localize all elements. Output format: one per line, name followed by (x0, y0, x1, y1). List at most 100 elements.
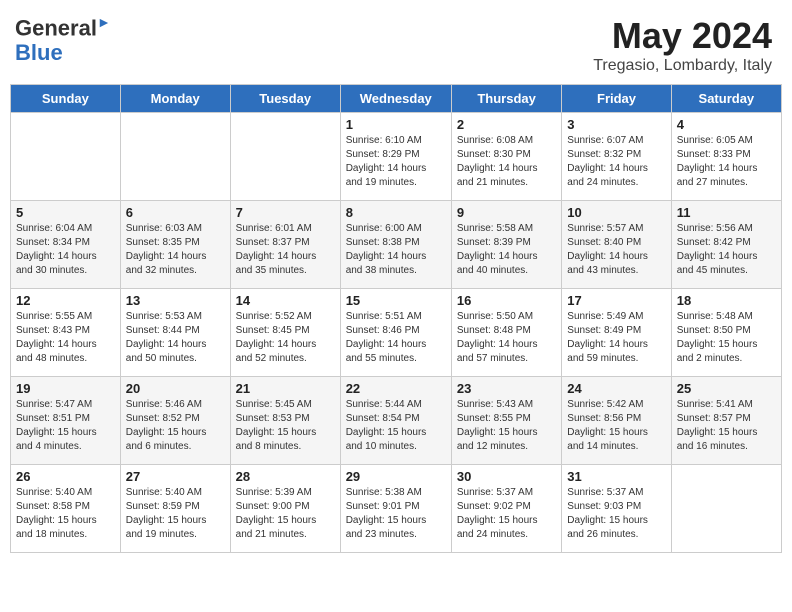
day-info: Sunrise: 5:48 AM Sunset: 8:50 PM Dayligh… (677, 310, 776, 366)
day-info: Sunrise: 6:04 AM Sunset: 8:34 PM Dayligh… (16, 222, 115, 278)
calendar-week-row: 26Sunrise: 5:40 AM Sunset: 8:58 PM Dayli… (11, 465, 782, 553)
calendar-cell: 15 Sunrise: 5:51 AM Sunset: 8:46 PM Dayli… (340, 289, 451, 377)
day-info: Sunrise: 5:38 AM Sunset: 9:01 PM Dayligh… (346, 486, 446, 542)
calendar-cell: 23 Sunrise: 5:43 AM Sunset: 8:55 PM Dayli… (451, 377, 561, 465)
day-number: 25 (677, 381, 776, 396)
calendar-cell: 13 Sunrise: 5:53 AM Sunset: 8:44 PM Dayli… (120, 289, 230, 377)
day-number: 7 (236, 205, 335, 220)
calendar-table: SundayMondayTuesdayWednesdayThursdayFrid… (10, 84, 782, 553)
calendar-header-row: SundayMondayTuesdayWednesdayThursdayFrid… (11, 85, 782, 113)
day-number: 31 (567, 469, 665, 484)
day-info: Sunrise: 5:37 AM Sunset: 9:03 PM Dayligh… (567, 486, 665, 542)
logo: General► Blue (15, 15, 111, 65)
day-number: 27 (126, 469, 225, 484)
day-info: Sunrise: 5:40 AM Sunset: 8:59 PM Dayligh… (126, 486, 225, 542)
day-info: Sunrise: 5:43 AM Sunset: 8:55 PM Dayligh… (457, 398, 556, 454)
day-number: 17 (567, 293, 665, 308)
day-number: 5 (16, 205, 115, 220)
day-info: Sunrise: 6:05 AM Sunset: 8:33 PM Dayligh… (677, 134, 776, 190)
calendar-cell: 30 Sunrise: 5:37 AM Sunset: 9:02 PM Dayli… (451, 465, 561, 553)
day-info: Sunrise: 6:03 AM Sunset: 8:35 PM Dayligh… (126, 222, 225, 278)
day-info: Sunrise: 6:01 AM Sunset: 8:37 PM Dayligh… (236, 222, 335, 278)
day-info: Sunrise: 6:08 AM Sunset: 8:30 PM Dayligh… (457, 134, 556, 190)
day-info: Sunrise: 5:42 AM Sunset: 8:56 PM Dayligh… (567, 398, 665, 454)
calendar-cell: 17 Sunrise: 5:49 AM Sunset: 8:49 PM Dayli… (562, 289, 671, 377)
day-number: 9 (457, 205, 556, 220)
weekday-header: Monday (120, 85, 230, 113)
calendar-cell: 9 Sunrise: 5:58 AM Sunset: 8:39 PM Daylig… (451, 201, 561, 289)
day-info: Sunrise: 5:49 AM Sunset: 8:49 PM Dayligh… (567, 310, 665, 366)
calendar-cell: 20Sunrise: 5:46 AM Sunset: 8:52 PM Dayli… (120, 377, 230, 465)
calendar-cell: 27 Sunrise: 5:40 AM Sunset: 8:59 PM Dayli… (120, 465, 230, 553)
day-number: 12 (16, 293, 115, 308)
calendar-cell: 25 Sunrise: 5:41 AM Sunset: 8:57 PM Dayli… (671, 377, 781, 465)
calendar-cell: 29 Sunrise: 5:38 AM Sunset: 9:01 PM Dayli… (340, 465, 451, 553)
day-info: Sunrise: 5:45 AM Sunset: 8:53 PM Dayligh… (236, 398, 335, 454)
day-number: 26 (16, 469, 115, 484)
weekday-header: Friday (562, 85, 671, 113)
day-number: 18 (677, 293, 776, 308)
day-number: 28 (236, 469, 335, 484)
calendar-cell: 16Sunrise: 5:50 AM Sunset: 8:48 PM Dayli… (451, 289, 561, 377)
day-number: 20 (126, 381, 225, 396)
calendar-cell (120, 113, 230, 201)
title-section: May 2024 Tregasio, Lombardy, Italy (593, 15, 772, 75)
day-number: 16 (457, 293, 556, 308)
day-number: 6 (126, 205, 225, 220)
day-number: 11 (677, 205, 776, 220)
day-info: Sunrise: 5:37 AM Sunset: 9:02 PM Dayligh… (457, 486, 556, 542)
calendar-week-row: 5 Sunrise: 6:04 AM Sunset: 8:34 PM Daylig… (11, 201, 782, 289)
calendar-subtitle: Tregasio, Lombardy, Italy (593, 57, 772, 75)
day-info: Sunrise: 6:07 AM Sunset: 8:32 PM Dayligh… (567, 134, 665, 190)
weekday-header: Saturday (671, 85, 781, 113)
day-number: 13 (126, 293, 225, 308)
calendar-cell: 14Sunrise: 5:52 AM Sunset: 8:45 PM Dayli… (230, 289, 340, 377)
calendar-cell: 4Sunrise: 6:05 AM Sunset: 8:33 PM Daylig… (671, 113, 781, 201)
day-info: Sunrise: 5:53 AM Sunset: 8:44 PM Dayligh… (126, 310, 225, 366)
calendar-cell (671, 465, 781, 553)
day-info: Sunrise: 5:44 AM Sunset: 8:54 PM Dayligh… (346, 398, 446, 454)
day-info: Sunrise: 5:55 AM Sunset: 8:43 PM Dayligh… (16, 310, 115, 366)
day-info: Sunrise: 5:57 AM Sunset: 8:40 PM Dayligh… (567, 222, 665, 278)
calendar-cell (11, 113, 121, 201)
day-number: 15 (346, 293, 446, 308)
day-number: 19 (16, 381, 115, 396)
calendar-cell: 8 Sunrise: 6:00 AM Sunset: 8:38 PM Daylig… (340, 201, 451, 289)
calendar-cell: 6 Sunrise: 6:03 AM Sunset: 8:35 PM Daylig… (120, 201, 230, 289)
calendar-week-row: 12 Sunrise: 5:55 AM Sunset: 8:43 PM Dayli… (11, 289, 782, 377)
weekday-header: Thursday (451, 85, 561, 113)
calendar-cell: 24Sunrise: 5:42 AM Sunset: 8:56 PM Dayli… (562, 377, 671, 465)
day-number: 23 (457, 381, 556, 396)
calendar-cell: 21 Sunrise: 5:45 AM Sunset: 8:53 PM Dayli… (230, 377, 340, 465)
weekday-header: Tuesday (230, 85, 340, 113)
page-header: General► Blue May 2024 Tregasio, Lombard… (10, 10, 782, 80)
calendar-cell: 11 Sunrise: 5:56 AM Sunset: 8:42 PM Dayli… (671, 201, 781, 289)
calendar-cell: 18 Sunrise: 5:48 AM Sunset: 8:50 PM Dayli… (671, 289, 781, 377)
day-number: 30 (457, 469, 556, 484)
calendar-cell: 1Sunrise: 6:10 AM Sunset: 8:29 PM Daylig… (340, 113, 451, 201)
calendar-cell (230, 113, 340, 201)
day-info: Sunrise: 5:39 AM Sunset: 9:00 PM Dayligh… (236, 486, 335, 542)
day-number: 29 (346, 469, 446, 484)
logo-text: General► (15, 15, 111, 41)
day-info: Sunrise: 5:58 AM Sunset: 8:39 PM Dayligh… (457, 222, 556, 278)
day-info: Sunrise: 5:47 AM Sunset: 8:51 PM Dayligh… (16, 398, 115, 454)
day-number: 14 (236, 293, 335, 308)
day-info: Sunrise: 6:00 AM Sunset: 8:38 PM Dayligh… (346, 222, 446, 278)
day-number: 10 (567, 205, 665, 220)
weekday-header: Wednesday (340, 85, 451, 113)
calendar-cell: 26Sunrise: 5:40 AM Sunset: 8:58 PM Dayli… (11, 465, 121, 553)
day-number: 3 (567, 117, 665, 132)
calendar-week-row: 19 Sunrise: 5:47 AM Sunset: 8:51 PM Dayli… (11, 377, 782, 465)
day-number: 21 (236, 381, 335, 396)
day-info: Sunrise: 5:51 AM Sunset: 8:46 PM Dayligh… (346, 310, 446, 366)
calendar-cell: 22Sunrise: 5:44 AM Sunset: 8:54 PM Dayli… (340, 377, 451, 465)
calendar-cell: 5 Sunrise: 6:04 AM Sunset: 8:34 PM Daylig… (11, 201, 121, 289)
day-number: 8 (346, 205, 446, 220)
day-info: Sunrise: 5:56 AM Sunset: 8:42 PM Dayligh… (677, 222, 776, 278)
weekday-header: Sunday (11, 85, 121, 113)
calendar-cell: 31 Sunrise: 5:37 AM Sunset: 9:03 PM Dayli… (562, 465, 671, 553)
calendar-cell: 12 Sunrise: 5:55 AM Sunset: 8:43 PM Dayli… (11, 289, 121, 377)
calendar-cell: 3 Sunrise: 6:07 AM Sunset: 8:32 PM Daylig… (562, 113, 671, 201)
day-info: Sunrise: 5:41 AM Sunset: 8:57 PM Dayligh… (677, 398, 776, 454)
